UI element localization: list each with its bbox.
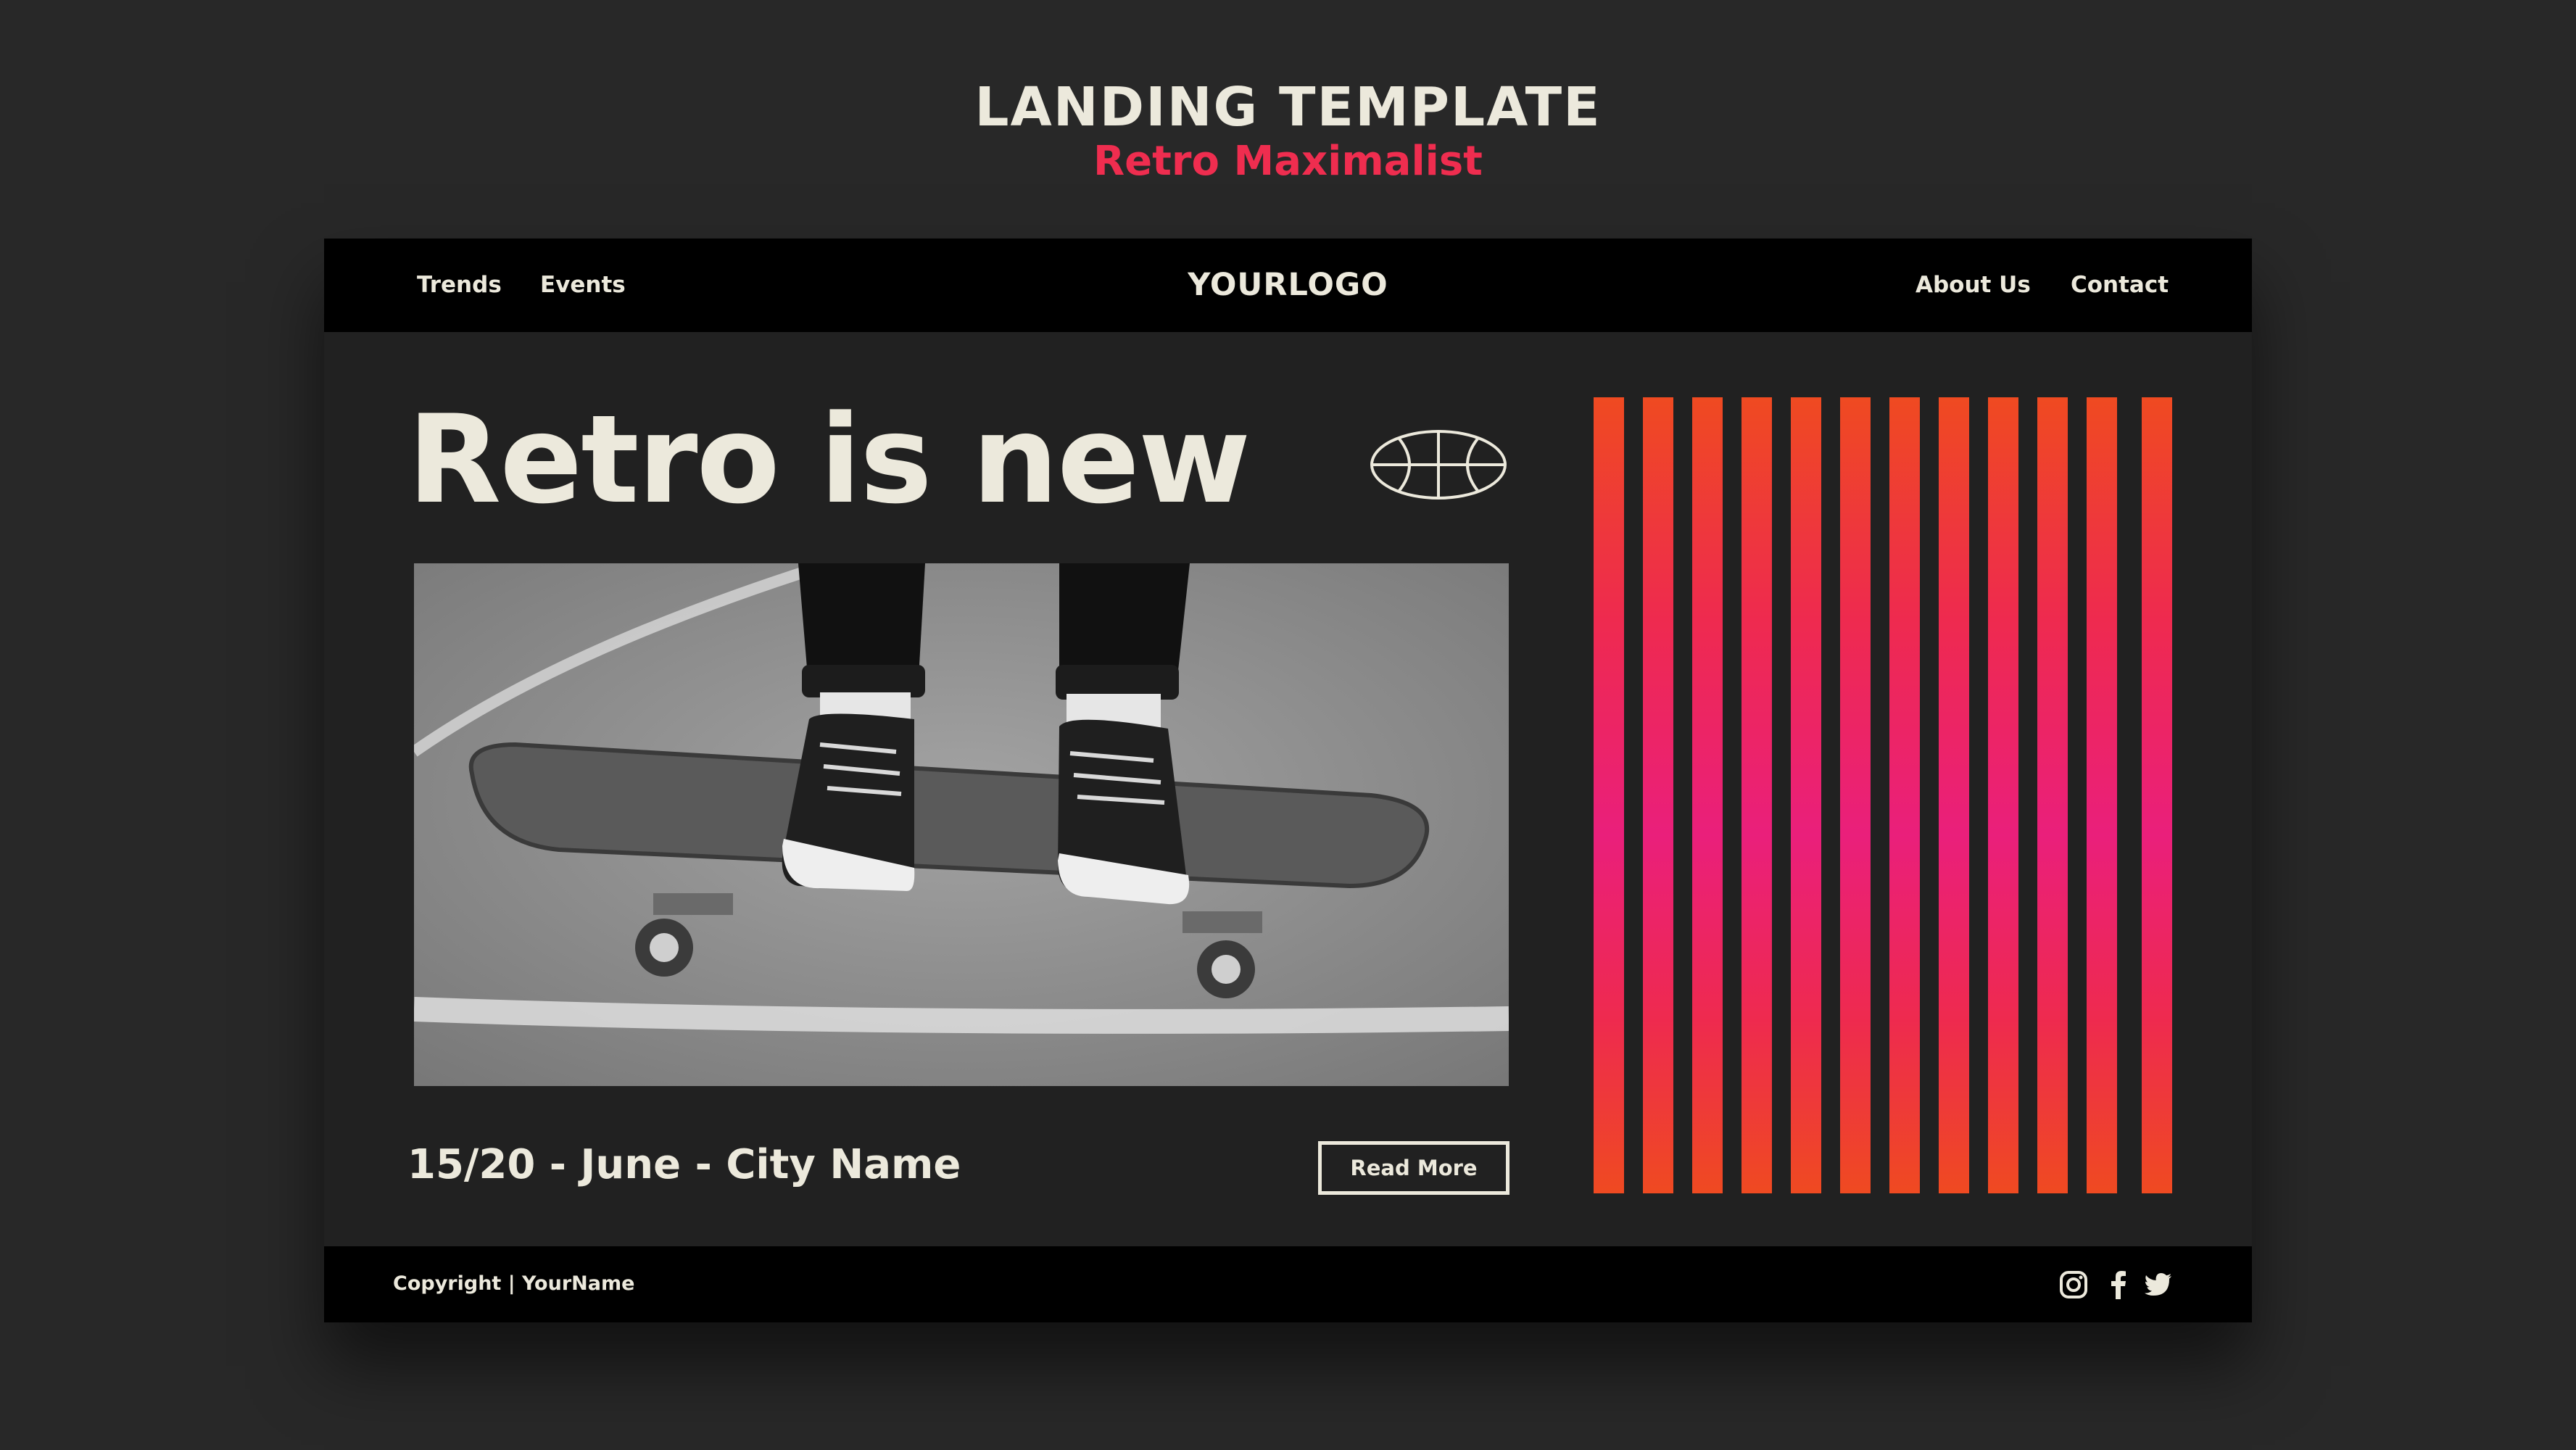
footer: Copyright | YourName bbox=[324, 1246, 2252, 1322]
stripe bbox=[2142, 397, 2172, 1193]
read-more-button[interactable]: Read More bbox=[1318, 1141, 1509, 1195]
showcase-subtitle: Retro Maximalist bbox=[1093, 138, 1483, 185]
stripe bbox=[1791, 397, 1821, 1193]
instagram-icon[interactable] bbox=[2059, 1270, 2088, 1299]
facebook-icon[interactable] bbox=[2104, 1270, 2133, 1299]
stripe bbox=[1742, 397, 1772, 1193]
navbar: Trends Events YOURLOGO About Us Contact bbox=[324, 239, 2252, 332]
stripe bbox=[2037, 397, 2068, 1193]
nav-link-about-us[interactable]: About Us bbox=[1916, 270, 2031, 299]
stripe bbox=[1988, 397, 2018, 1193]
stripe-decoration bbox=[1594, 397, 2172, 1193]
hero-headline: Retro is new bbox=[407, 389, 1251, 531]
twitter-icon[interactable] bbox=[2144, 1270, 2173, 1299]
showcase-title: LANDING TEMPLATE bbox=[974, 76, 1602, 138]
copyright-text: Copyright | YourName bbox=[393, 1272, 635, 1295]
stripe bbox=[1692, 397, 1723, 1193]
stripe bbox=[2087, 397, 2117, 1193]
skateboard-photo bbox=[414, 563, 1509, 1086]
hero-photo bbox=[414, 563, 1509, 1086]
stripe bbox=[1643, 397, 1673, 1193]
stripe bbox=[1840, 397, 1871, 1193]
basketball-icon bbox=[1370, 430, 1507, 500]
stripe bbox=[1594, 397, 1624, 1193]
nav-link-contact[interactable]: Contact bbox=[2071, 270, 2169, 299]
landing-page: Trends Events YOURLOGO About Us Contact … bbox=[324, 239, 2252, 1322]
event-info: 15/20 - June - City Name bbox=[407, 1141, 961, 1188]
stripe bbox=[1889, 397, 1920, 1193]
stripe bbox=[1939, 397, 1969, 1193]
